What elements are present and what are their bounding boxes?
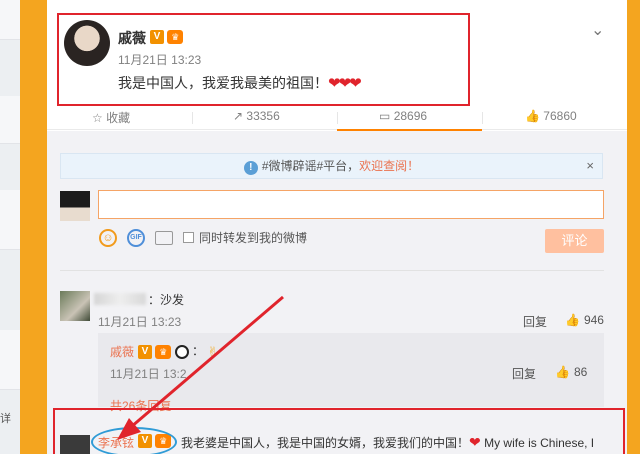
sidebar-block	[0, 330, 20, 390]
sidebar-block	[0, 96, 20, 144]
sidebar-block	[0, 190, 20, 250]
sidebar-block	[0, 0, 20, 40]
left-sidebar-strip: 详	[0, 0, 20, 454]
arrow-shaft	[130, 295, 284, 429]
weibo-post-card: 戚薇 V ♛ 11月21日 13:23 我是中国人，我爱我最美的祖国！❤❤❤ ⌄…	[47, 0, 627, 454]
annotation-arrow	[117, 295, 284, 440]
sidebar-detail-text[interactable]: 详	[0, 410, 11, 426]
